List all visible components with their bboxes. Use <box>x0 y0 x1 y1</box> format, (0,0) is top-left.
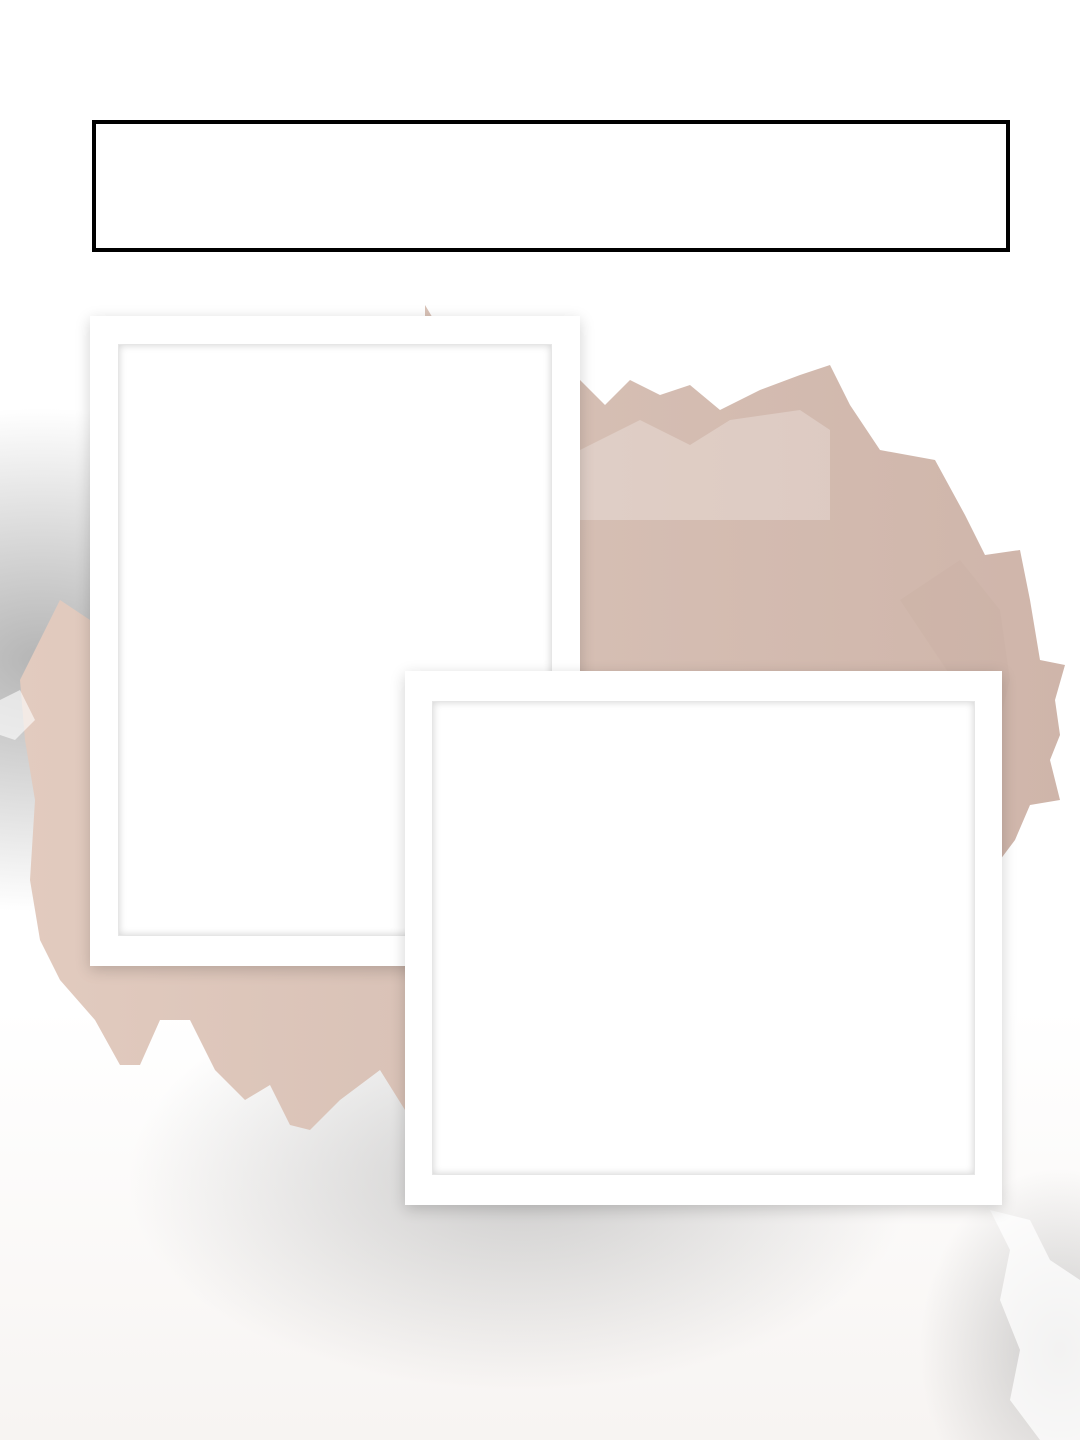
title-box <box>92 120 1010 252</box>
photo-frame-right <box>405 671 1002 1205</box>
photo-placeholder-right[interactable] <box>432 701 975 1175</box>
collage-canvas <box>0 0 1080 1440</box>
